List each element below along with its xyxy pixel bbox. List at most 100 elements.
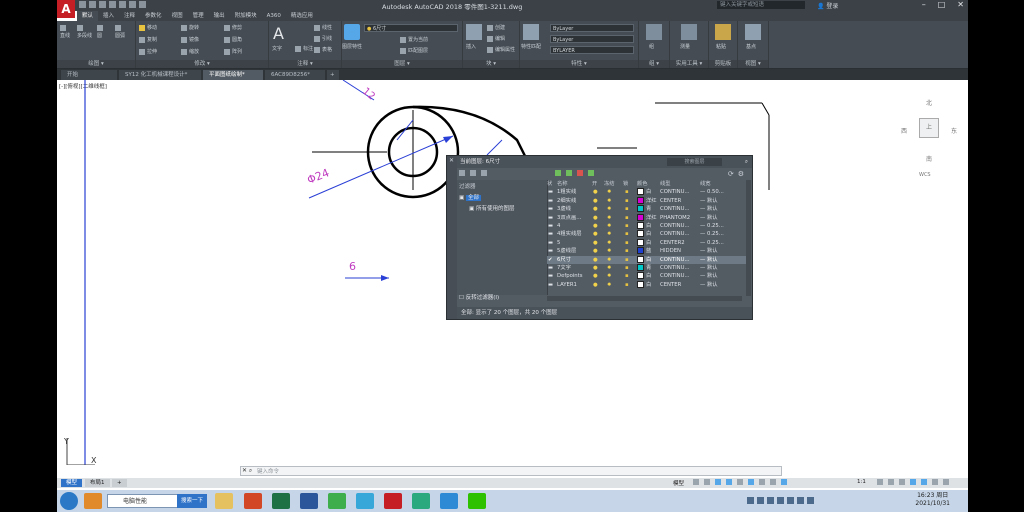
workspace-icon[interactable] bbox=[877, 479, 883, 485]
layer-lineweight[interactable]: — 默认 bbox=[700, 272, 742, 280]
excel-icon[interactable] bbox=[272, 493, 290, 509]
layer-status-icon[interactable]: ▬ bbox=[548, 222, 557, 230]
col-lineweight[interactable]: 线宽 bbox=[700, 180, 740, 188]
lightbulb-icon[interactable]: ● bbox=[593, 239, 601, 247]
command-input[interactable]: 键入命令 bbox=[240, 466, 782, 476]
layer-lineweight[interactable]: — 0.25... bbox=[700, 222, 742, 230]
layer-name[interactable]: LAYER1 bbox=[557, 281, 591, 289]
sun-icon[interactable]: ✹ bbox=[607, 239, 615, 247]
powerpoint-icon[interactable] bbox=[244, 493, 262, 509]
layer-color[interactable]: 洋红 bbox=[637, 196, 659, 205]
lightbulb-icon[interactable]: ● bbox=[593, 256, 601, 264]
insert-block-icon[interactable] bbox=[466, 24, 482, 40]
layer-name[interactable]: 7文字 bbox=[557, 264, 591, 272]
layer-linetype[interactable]: CENTER2 bbox=[660, 239, 700, 247]
layer-row[interactable]: ▬ 5虚线层 ● ✹ ▪ 蓝 HIDDEN — 默认 bbox=[547, 247, 747, 255]
layer-row[interactable]: ▬ 1粗实线 ● ✹ ▪ 白 CONTINU... — 0.50... bbox=[547, 188, 747, 196]
tab-manage[interactable]: 管理 bbox=[188, 11, 209, 21]
polar-icon[interactable] bbox=[726, 479, 732, 485]
new-icon[interactable] bbox=[79, 1, 86, 8]
viewcube-south[interactable]: 南 bbox=[926, 154, 932, 163]
layer-color[interactable]: 白 bbox=[637, 255, 659, 264]
sun-icon[interactable]: ✹ bbox=[607, 272, 615, 280]
wechat-icon[interactable] bbox=[468, 493, 486, 509]
basepoint-icon[interactable] bbox=[745, 24, 761, 40]
layer-status-icon[interactable]: ▬ bbox=[548, 264, 557, 272]
viewcube-top[interactable]: 上 bbox=[919, 118, 939, 138]
layer-name[interactable]: 6尺寸 bbox=[557, 256, 591, 264]
layer-name[interactable]: 3双点画... bbox=[557, 214, 591, 222]
color-dropdown[interactable]: ByLayer bbox=[550, 24, 634, 32]
tab-view[interactable]: 视图 bbox=[167, 11, 188, 21]
tab-default[interactable]: 默认 bbox=[77, 11, 99, 21]
lock-icon[interactable]: ▪ bbox=[625, 247, 633, 255]
create-block-tool[interactable]: 创建 bbox=[487, 24, 505, 31]
move-tool[interactable]: 移动 bbox=[139, 24, 157, 31]
layer-status-icon[interactable]: ▬ bbox=[548, 230, 557, 238]
col-lock[interactable]: 锁 bbox=[623, 180, 635, 188]
annotation-icon[interactable] bbox=[781, 479, 787, 485]
layer-linetype[interactable]: PHANTOM2 bbox=[660, 214, 700, 222]
layer-linetype[interactable]: HIDDEN bbox=[660, 247, 700, 255]
lock-icon[interactable]: ▪ bbox=[625, 256, 633, 264]
lightbulb-icon[interactable]: ● bbox=[593, 230, 601, 238]
col-on[interactable]: 开 bbox=[592, 180, 602, 188]
trim-tool[interactable]: 修剪 bbox=[224, 24, 242, 31]
application-menu-button[interactable]: A bbox=[57, 0, 75, 18]
layer-status-icon[interactable]: ▬ bbox=[548, 247, 557, 255]
annotation-panel-label[interactable]: 注释 ▾ bbox=[269, 60, 341, 68]
line-tool[interactable]: 直线 bbox=[60, 25, 70, 39]
layer-lineweight[interactable]: — 默认 bbox=[700, 247, 742, 255]
layer-color[interactable]: 白 bbox=[637, 222, 659, 230]
layer-status-icon[interactable]: ✔ bbox=[548, 256, 557, 264]
autocad-taskbar-icon[interactable] bbox=[384, 493, 402, 509]
layer-color[interactable]: 白 bbox=[637, 280, 659, 289]
layer-linetype[interactable]: CENTER bbox=[660, 197, 700, 205]
palette-close-icon[interactable]: ✕ bbox=[449, 157, 454, 164]
palette-side-bar[interactable]: ✕ bbox=[447, 156, 457, 319]
lock-icon[interactable]: ▪ bbox=[625, 197, 633, 205]
file-tab-1[interactable]: SY12 化工机械课程设计* bbox=[119, 70, 201, 80]
layer-vscroll[interactable] bbox=[746, 180, 751, 296]
tab-a360[interactable]: A360 bbox=[262, 11, 286, 21]
layer-status-icon[interactable]: ▬ bbox=[548, 197, 557, 205]
layer-name[interactable]: Defpoints bbox=[557, 272, 591, 280]
col-freeze[interactable]: 冻结 bbox=[604, 180, 622, 188]
layer-dropdown[interactable]: ● 6尺寸 bbox=[364, 24, 458, 32]
layer-color[interactable]: 蓝 bbox=[637, 247, 659, 255]
restore-icon[interactable]: □ bbox=[938, 0, 946, 9]
new-tab-button[interactable]: + bbox=[327, 70, 339, 80]
layer-status-icon[interactable]: ▬ bbox=[548, 214, 557, 222]
hardware-icon[interactable] bbox=[921, 479, 927, 485]
lock-icon[interactable]: ▪ bbox=[625, 264, 633, 272]
make-current-tool[interactable]: 置为当前 bbox=[400, 36, 428, 43]
layers-panel-label[interactable]: 图层 ▾ bbox=[342, 60, 462, 68]
layer-color[interactable]: 青 bbox=[637, 264, 659, 272]
help-search-input[interactable]: 键入关键字或短语 bbox=[717, 1, 805, 9]
group-filter-icon[interactable] bbox=[470, 170, 476, 176]
sun-icon[interactable]: ✹ bbox=[607, 222, 615, 230]
linear-tool[interactable]: 线性 bbox=[314, 24, 332, 31]
array-tool[interactable]: 阵列 bbox=[224, 48, 242, 55]
redo-icon[interactable] bbox=[139, 1, 146, 8]
lock-icon[interactable]: ▪ bbox=[625, 230, 633, 238]
col-color[interactable]: 颜色 bbox=[637, 180, 659, 188]
lightbulb-icon[interactable]: ● bbox=[593, 214, 601, 222]
rotate-tool[interactable]: 旋转 bbox=[181, 24, 199, 31]
lightbulb-icon[interactable]: ● bbox=[593, 264, 601, 272]
layer-lineweight[interactable]: — 默认 bbox=[700, 214, 742, 222]
col-name[interactable]: 名称 bbox=[557, 180, 589, 188]
sun-icon[interactable]: ✹ bbox=[607, 256, 615, 264]
undo-icon[interactable] bbox=[129, 1, 136, 8]
utilities-panel-label[interactable]: 实用工具 ▾ bbox=[670, 60, 708, 68]
layer-search-input[interactable]: 搜索图层 bbox=[667, 158, 722, 166]
open-icon[interactable] bbox=[89, 1, 96, 8]
ortho-icon[interactable] bbox=[715, 479, 721, 485]
network-icon[interactable] bbox=[787, 497, 794, 504]
match-properties-icon[interactable] bbox=[523, 24, 539, 40]
sun-icon[interactable]: ✹ bbox=[607, 197, 615, 205]
annotation-monitor-icon[interactable] bbox=[888, 479, 894, 485]
delete-layer-icon[interactable] bbox=[577, 170, 583, 176]
layer-lineweight[interactable]: — 默认 bbox=[700, 197, 742, 205]
model-space-button[interactable]: 模型 bbox=[673, 479, 684, 487]
